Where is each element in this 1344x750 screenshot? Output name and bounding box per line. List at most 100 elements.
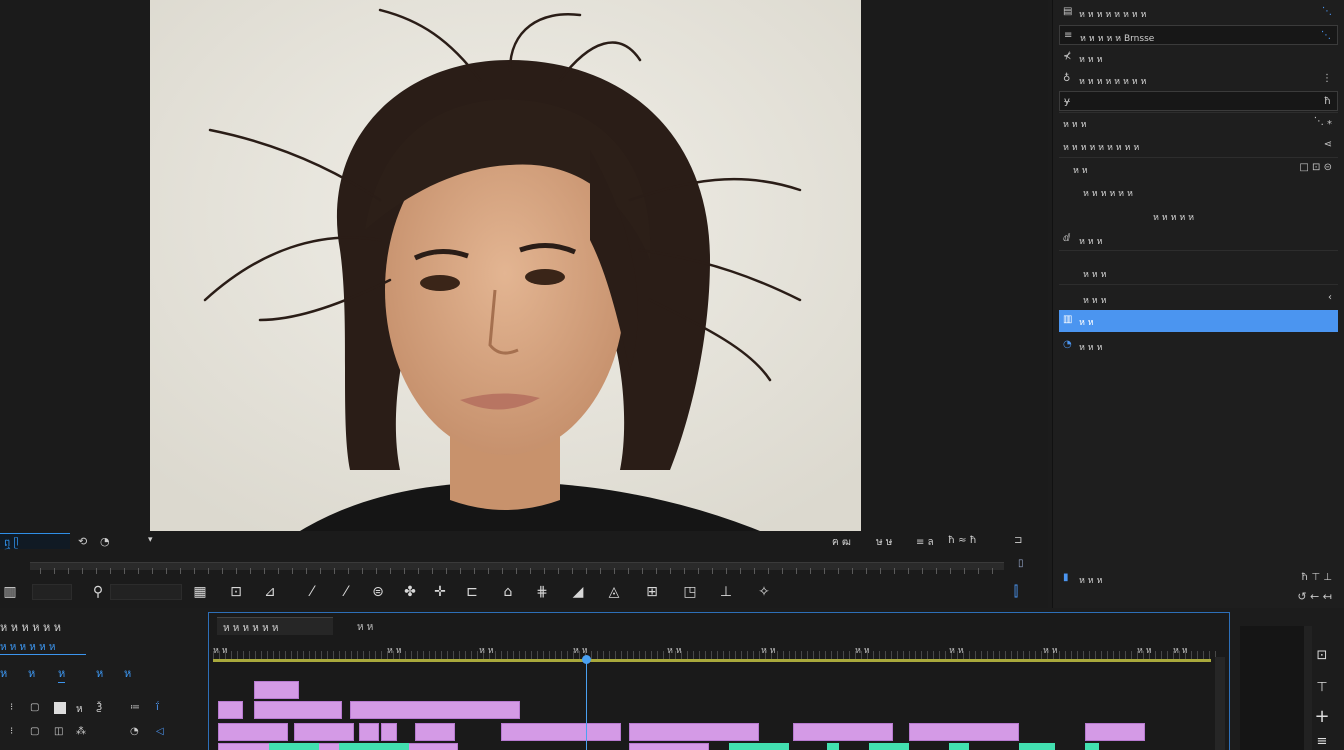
shape-icon[interactable]: ◬: [604, 582, 624, 602]
fit-label[interactable]: ฅ ฒ: [832, 535, 851, 550]
video-clip[interactable]: [294, 723, 354, 741]
mask-icon[interactable]: ⊜: [368, 582, 388, 602]
clipboard-icon[interactable]: ▦: [190, 582, 210, 602]
settings-label[interactable]: ≡ ล: [916, 535, 934, 550]
track-solo-button[interactable]: [54, 702, 66, 714]
home-icon[interactable]: ⌂: [498, 582, 518, 602]
audio-clip[interactable]: [827, 743, 839, 750]
effects-group[interactable]: ⅆ ห ห ห: [1059, 229, 1338, 249]
tilt-icon[interactable]: ⊥: [716, 582, 736, 602]
playhead-line[interactable]: [586, 657, 587, 750]
effects-row[interactable]: ห ห □ ⊡ ⊝: [1059, 158, 1338, 178]
crop-icon[interactable]: ⊿: [260, 582, 280, 602]
sparkle-icon[interactable]: ✧: [754, 582, 774, 602]
video-clip[interactable]: [218, 701, 243, 719]
audio-track-base[interactable]: [629, 743, 709, 750]
effects-filter-field[interactable]: ɏ ħ: [1059, 91, 1338, 111]
line-icon[interactable]: ⁄: [336, 582, 356, 602]
effects-row[interactable]: ห ห ห ห ห ห ห ห ห ⋖: [1059, 135, 1338, 155]
video-clip[interactable]: [359, 723, 379, 741]
track2-clip-icon[interactable]: ◫: [54, 726, 63, 737]
view-label[interactable]: ħ ≈ ħ: [948, 535, 977, 546]
zoom-field[interactable]: [32, 584, 72, 600]
effects-row[interactable]: ห ห ห: [1059, 262, 1338, 282]
effects-row-selected[interactable]: ▥ ห ห: [1059, 310, 1338, 332]
row-actions-icon[interactable]: ⋱ ⁎: [1314, 116, 1332, 127]
export-icon[interactable]: ◳: [680, 582, 700, 602]
quality-label[interactable]: ษ ษ: [876, 535, 892, 550]
video-clip[interactable]: [415, 723, 455, 741]
video-clip[interactable]: [254, 701, 342, 719]
track2-toggle-icon[interactable]: ▢: [30, 726, 39, 737]
audio-track-base[interactable]: [218, 743, 458, 750]
track-lock-icon[interactable]: ⁝: [10, 702, 13, 713]
video-clip[interactable]: [909, 723, 1019, 741]
search-icon[interactable]: ⚲: [88, 582, 108, 602]
shirt-icon[interactable]: ⊤: [1312, 680, 1332, 695]
search-field[interactable]: [110, 584, 182, 600]
panel-toggle-icon[interactable]: ▥: [0, 582, 20, 602]
zoom-dropdown-icon[interactable]: ▾: [148, 535, 153, 545]
video-clip[interactable]: [254, 681, 299, 699]
tab-sequence[interactable]: ห ห ห ห ห ห: [217, 617, 333, 635]
audio-clip[interactable]: [869, 743, 909, 750]
track-mute-icon[interactable]: ≔: [130, 702, 140, 713]
audio-clip[interactable]: [269, 743, 319, 750]
track2-audio-icon[interactable]: ◔: [130, 726, 139, 737]
effects-row[interactable]: ห ห ห ห ห ห: [1059, 181, 1338, 201]
effects-row[interactable]: ห ห ห ห ห: [1059, 205, 1338, 225]
effect-icon[interactable]: ✤: [400, 582, 420, 602]
search-clear-icon[interactable]: ⋱: [1321, 30, 1331, 41]
timeline-scrollbar[interactable]: [1215, 657, 1225, 750]
add-marker-icon[interactable]: ✛: [430, 582, 450, 602]
video-clip[interactable]: [381, 723, 397, 741]
video-clip[interactable]: [793, 723, 893, 741]
settings-icon[interactable]: ◔: [100, 535, 110, 548]
effects-search-field[interactable]: ≡ ห ห ห ห ห Brnsse ⋱: [1059, 25, 1338, 45]
playhead-handle[interactable]: [582, 655, 591, 664]
video-clip[interactable]: [1085, 723, 1145, 741]
clipboard-icon[interactable]: ⊡: [1312, 648, 1332, 663]
more-icon[interactable]: ⋮: [1322, 73, 1332, 84]
track-link-icon[interactable]: ḯ: [156, 702, 159, 713]
monitor-scrubber[interactable]: ▯: [0, 556, 1034, 576]
video-preview[interactable]: [150, 0, 861, 531]
track-name[interactable]: ห: [76, 702, 83, 717]
video-clip[interactable]: [218, 723, 288, 741]
video-clip[interactable]: [350, 701, 520, 719]
track-sync-icon[interactable]: Ѯ: [96, 702, 102, 713]
tab-5[interactable]: ห: [124, 664, 131, 682]
audio-clip[interactable]: [339, 743, 409, 750]
effects-row[interactable]: ♁ ห ห ห ห ห ห ห ห ⋮: [1059, 69, 1338, 89]
track2-volume-icon[interactable]: ◁: [156, 726, 164, 737]
audio-clip[interactable]: [729, 743, 789, 750]
tab-2[interactable]: ห: [28, 664, 35, 682]
grid-icon[interactable]: ⋕: [532, 582, 552, 602]
insert-icon[interactable]: ⊏: [462, 582, 482, 602]
undo-back-icon[interactable]: ↺ ← ↤: [1297, 590, 1332, 603]
panel-subtitle[interactable]: ห ห ห ห ห ห: [0, 640, 55, 655]
work-area-bar[interactable]: [213, 659, 1211, 662]
effects-row[interactable]: ⊀ ห ห ห: [1059, 47, 1338, 67]
track-toggle-icon[interactable]: ▢: [30, 702, 39, 713]
video-clip[interactable]: [501, 723, 621, 741]
fill-icon[interactable]: ◢: [568, 582, 588, 602]
video-clip[interactable]: [629, 723, 759, 741]
audio-clip[interactable]: [1019, 743, 1055, 750]
effects-row[interactable]: ห ห ห ‹: [1059, 288, 1338, 308]
track2-fx-icon[interactable]: ⁂: [76, 726, 86, 737]
footer-tools-icon[interactable]: ħ ⊤ ⊥: [1301, 572, 1332, 583]
list-icon[interactable]: ≡: [1312, 734, 1332, 749]
tab-other[interactable]: ห ห: [351, 617, 379, 635]
expand-icon[interactable]: ⋖: [1324, 139, 1332, 150]
export-frame-icon[interactable]: ⊐: [1014, 535, 1022, 546]
camera-icon[interactable]: ⊡: [226, 582, 246, 602]
row-tools-icon[interactable]: □ ⊡ ⊝: [1299, 162, 1332, 173]
filter-option-icon[interactable]: ħ: [1324, 96, 1331, 107]
loop-icon[interactable]: ⟲: [78, 535, 87, 548]
pen-icon[interactable]: ⁄: [302, 582, 322, 602]
add-icon[interactable]: +: [1312, 706, 1332, 727]
audio-clip[interactable]: [1085, 743, 1099, 750]
settings-blue-icon[interactable]: ⫿: [1006, 582, 1026, 602]
track2-lock-icon[interactable]: ⁝: [10, 726, 13, 737]
